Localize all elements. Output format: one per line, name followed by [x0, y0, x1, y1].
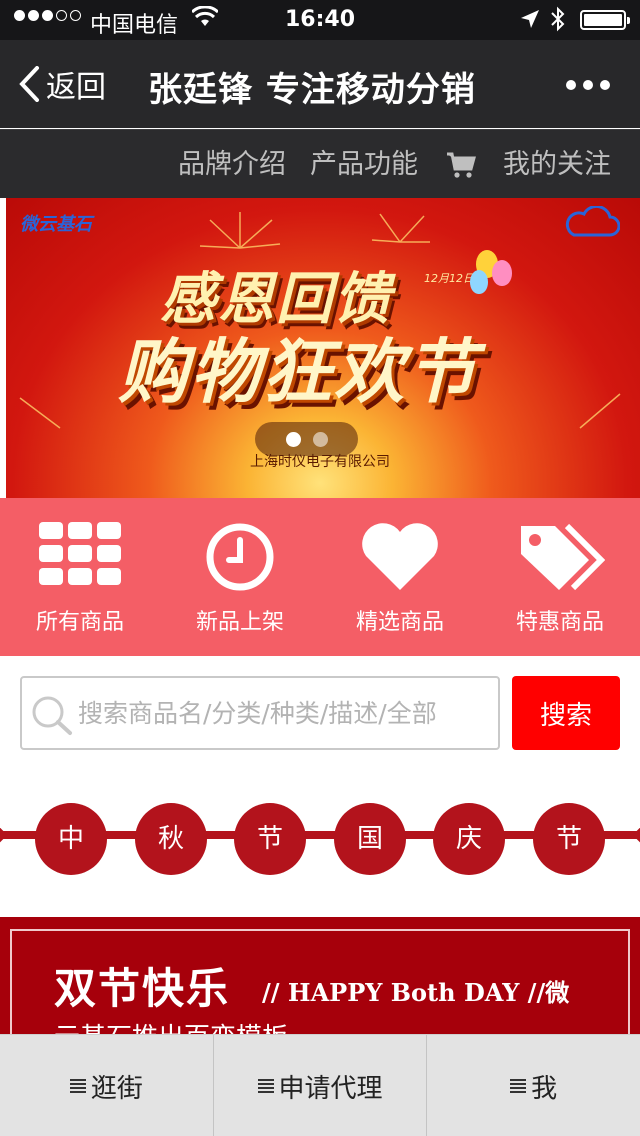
banner-date-tag: 12月12日 [424, 272, 474, 285]
category-featured[interactable]: 精选商品 [320, 498, 480, 656]
balloon-decoration [492, 260, 512, 286]
back-button[interactable]: 返回 [18, 62, 106, 106]
tab-browse[interactable]: 逛街 [0, 1035, 214, 1136]
category-all-products[interactable]: 所有商品 [0, 498, 160, 656]
category-bar: 所有商品 新品上架 精选商品 特惠商品 [0, 498, 640, 656]
heart-icon [362, 523, 438, 590]
list-icon [257, 1079, 274, 1093]
cart-icon[interactable] [446, 151, 476, 179]
festival-char: 节 [533, 803, 605, 875]
chevron-left-icon [19, 66, 39, 102]
banner-headline-2: 购物狂欢节 [118, 331, 478, 413]
tab-label: 申请代理 [278, 1073, 383, 1104]
bluetooth-icon [551, 6, 565, 32]
menu-brand-intro[interactable]: 品牌介绍 [178, 130, 286, 199]
status-bar: 中国电信 16:40 [0, 0, 640, 40]
festival-char: 节 [234, 803, 306, 875]
carousel-dot[interactable] [312, 431, 328, 447]
festival-char: 国 [334, 803, 406, 875]
festival-char: 庆 [433, 803, 505, 875]
shop-menu: 品牌介绍 产品功能 我的关注 [0, 129, 640, 198]
tab-label: 我 [531, 1073, 558, 1104]
search-field[interactable] [20, 676, 500, 750]
menu-my-follows[interactable]: 我的关注 [503, 130, 611, 199]
search-button[interactable]: 搜索 [512, 676, 620, 750]
holiday-subtitle: // HAPPY Both DAY //微 [262, 978, 570, 1007]
category-label: 特惠商品 [515, 610, 604, 635]
tab-label: 逛街 [90, 1073, 143, 1104]
category-new-arrivals[interactable]: 新品上架 [160, 498, 320, 656]
carousel-indicator[interactable] [255, 422, 358, 456]
clock-icon [206, 523, 274, 591]
festival-char: 中 [35, 803, 107, 875]
holiday-title: 双节快乐 [54, 964, 231, 1013]
list-icon [510, 1079, 527, 1093]
grid-icon [39, 522, 121, 585]
battery-icon [580, 10, 630, 30]
category-label: 新品上架 [195, 610, 284, 635]
list-icon [69, 1079, 86, 1093]
nav-bar: 返回 张廷锋 专注移动分销 [0, 40, 640, 128]
page-title: 张廷锋 专注移动分销 [148, 70, 476, 110]
festival-char: 秋 [135, 803, 207, 875]
balloon-decoration [470, 270, 488, 294]
clock-time: 16:40 [284, 7, 356, 32]
category-label: 精选商品 [355, 610, 444, 635]
tab-me[interactable]: 我 [427, 1035, 640, 1136]
tab-apply-agent[interactable]: 申请代理 [214, 1035, 428, 1136]
promo-banner[interactable]: 微云基石 感恩回馈 12月12日 购物狂欢节 上海时仪电子有限公司 [0, 198, 640, 498]
back-label: 返回 [46, 70, 106, 105]
page: 中国电信 16:40 返回 张廷锋 专注移动分销 品牌介绍 产品功能 我的关注 … [0, 0, 640, 1136]
menu-product-features[interactable]: 产品功能 [310, 130, 418, 199]
bottom-tab-bar: 逛街 申请代理 我 [0, 1034, 640, 1136]
carousel-dot[interactable] [285, 431, 301, 447]
location-arrow-icon [521, 10, 539, 28]
more-options-icon[interactable] [566, 80, 610, 90]
category-label: 所有商品 [35, 610, 124, 635]
search-icon [32, 696, 72, 735]
tag-icon [521, 523, 605, 591]
category-specials[interactable]: 特惠商品 [480, 498, 640, 656]
search-input[interactable] [78, 678, 496, 748]
